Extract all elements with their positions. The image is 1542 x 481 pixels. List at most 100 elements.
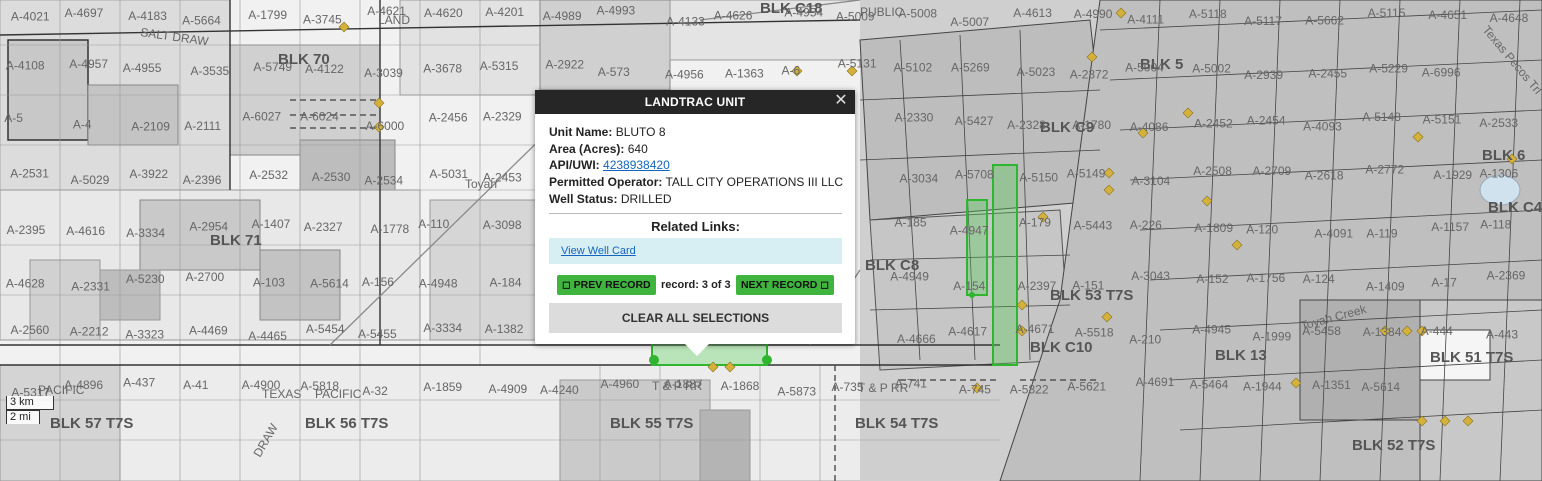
abstract-label: A-1859: [423, 380, 462, 394]
abstract-label: A-5150: [1019, 171, 1058, 185]
scale-mi: 2 mi: [6, 410, 40, 424]
abstract-label: A-437: [123, 376, 155, 390]
abstract-label: A-2452: [1194, 117, 1233, 131]
abstract-label: A-4133: [666, 15, 705, 29]
abstract-label: A-5004: [1125, 60, 1164, 74]
abstract-label: A-5151: [1423, 113, 1462, 127]
abstract-label: A-5454: [306, 322, 345, 336]
abstract-label: A-2534: [364, 174, 403, 188]
block-label: BLK 57 T7S: [50, 415, 133, 432]
abstract-label: A-5: [4, 111, 23, 125]
abstract-label: A-1868: [721, 379, 760, 393]
abstract-label: A-1407: [252, 217, 291, 231]
abstract-label: A-4896: [64, 378, 103, 392]
abstract-label: A-3098: [483, 218, 522, 232]
abstract-label: A-4111: [1127, 12, 1164, 26]
abstract-label: A-103: [253, 275, 285, 289]
divider: [549, 213, 842, 215]
clear-all-selections-button[interactable]: CLEAR ALL SELECTIONS: [549, 303, 842, 334]
abstract-label: A-1999: [1253, 330, 1292, 344]
abstract-label: A-5230: [126, 272, 165, 286]
field-operator: Permitted Operator: TALL CITY OPERATIONS…: [549, 174, 843, 191]
abstract-label: A-4900: [242, 378, 281, 392]
abstract-label: A-5614: [1361, 380, 1400, 394]
abstract-label: A-3535: [191, 64, 230, 78]
abstract-label: A-2453: [483, 170, 522, 184]
abstract-label: A-41: [183, 378, 209, 392]
abstract-label: A-118: [1480, 218, 1511, 232]
abstract-label: A-5664: [182, 14, 221, 28]
abstract-label: A-2939: [1244, 68, 1283, 82]
abstract-label: A-4949: [890, 270, 929, 284]
scale-km: 3 km: [6, 396, 54, 410]
abstract-label: A-1778: [371, 222, 410, 236]
block-label: BLK C10: [1030, 339, 1093, 356]
abstract-label: A-1157: [1431, 220, 1469, 234]
abstract-label: A-4122: [305, 62, 344, 76]
abstract-label: A-154: [953, 279, 985, 293]
abstract-label: A-2369: [1487, 269, 1526, 283]
abstract-label: A-5031: [429, 167, 468, 181]
abstract-label: A-4: [73, 117, 92, 131]
abstract-label: A-4697: [65, 6, 104, 20]
popup-title: LANDTRAC UNIT: [644, 95, 746, 109]
abstract-label: A-2396: [183, 173, 222, 187]
abstract-label: A-2532: [249, 168, 288, 182]
abstract-label: A-4954: [784, 5, 823, 19]
abstract-label: A-4240: [540, 383, 579, 397]
abstract-label: A-5621: [1067, 379, 1106, 393]
abstract-label: A-741: [895, 377, 927, 391]
field-value: BLUTO 8: [615, 125, 666, 139]
abstract-label: A-4620: [424, 6, 463, 20]
abstract-label: A-5102: [894, 60, 933, 74]
api-uwi-link[interactable]: 4238938420: [603, 158, 670, 172]
abstract-label: A-3039: [364, 66, 403, 80]
abstract-label: A-5614: [310, 277, 349, 291]
field-value: DRILLED: [620, 191, 672, 206]
abstract-label: A-6: [782, 64, 801, 78]
abstract-label: A-124: [1303, 272, 1335, 286]
abstract-label: A-2700: [186, 270, 225, 284]
abstract-label: A-735: [832, 380, 864, 394]
view-well-card-link[interactable]: View Well Card: [561, 245, 636, 257]
abstract-label: A-4956: [665, 68, 704, 82]
abstract-label: A-3034: [900, 171, 939, 185]
abstract-label: A-4666: [897, 332, 936, 346]
field-label: Area (Acres):: [549, 141, 625, 156]
abstract-label: A-5662: [1305, 14, 1344, 28]
field-well-status: Well Status: DRILLED: [549, 191, 842, 208]
abstract-label: A-119: [1366, 226, 1397, 240]
abstract-label: A-573: [598, 65, 630, 79]
abstract-label: A-156: [362, 275, 394, 289]
field-label: Unit Name:: [549, 125, 613, 139]
abstract-label: A-4108: [6, 59, 45, 73]
abstract-label: A-4621: [367, 4, 406, 18]
close-icon[interactable]: ✕: [834, 93, 848, 109]
field-label: Permitted Operator:: [549, 175, 663, 190]
abstract-label: A-2456: [429, 111, 468, 125]
abstract-label: A-5007: [950, 15, 989, 29]
abstract-label: A-1929: [1433, 168, 1472, 182]
abstract-label: A-4648: [1490, 11, 1529, 25]
unit-popup: LANDTRAC UNIT ✕ Unit Name: BLUTO 8 Area …: [535, 90, 855, 356]
abstract-label: A-4091: [1314, 226, 1353, 240]
abstract-label: A-5118: [1189, 7, 1227, 21]
next-record-button[interactable]: NEXT RECORD ◻: [735, 275, 834, 296]
abstract-label: A-6027: [242, 109, 281, 123]
abstract-label: A-4691: [1136, 375, 1175, 389]
abstract-label: A-444: [1421, 324, 1453, 338]
abstract-label: A-2328: [1007, 118, 1046, 132]
abstract-label: A-3678: [423, 61, 462, 75]
abstract-label: A-2618: [1305, 168, 1344, 182]
block-label: BLK 55 T7S: [610, 415, 693, 432]
prev-record-button[interactable]: ◻ PREV RECORD: [557, 275, 656, 296]
abstract-label: A-152: [1196, 272, 1228, 286]
abstract-label: A-4960: [601, 377, 640, 391]
abstract-label: A-5749: [253, 60, 292, 74]
abstract-label: A-6996: [1422, 66, 1461, 80]
abstract-label: A-5008: [898, 6, 937, 20]
field-unit-name: Unit Name: BLUTO 8: [549, 124, 842, 141]
abstract-label: A-2533: [1479, 116, 1518, 130]
abstract-label: A-4183: [128, 9, 167, 23]
abstract-label: A-120: [1246, 223, 1278, 237]
